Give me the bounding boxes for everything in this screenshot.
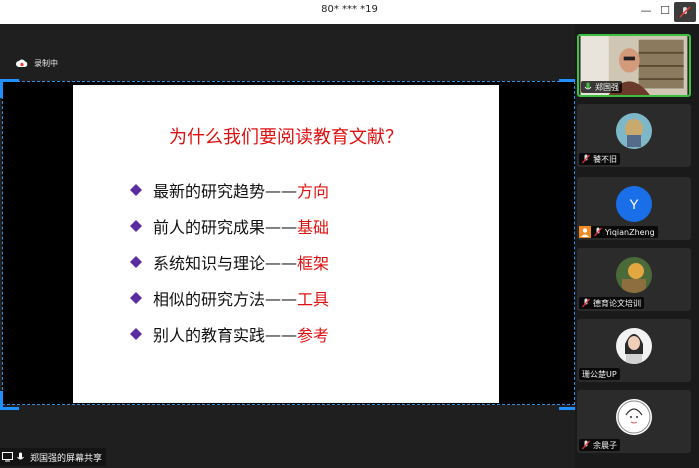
participant-tile[interactable]: 饕不旧 (577, 104, 691, 167)
mic-muted-icon (582, 440, 590, 450)
avatar (616, 328, 652, 364)
screen-share-icon (2, 452, 13, 462)
participant-tile[interactable]: 德育论文培训 (577, 248, 691, 311)
diamond-bullet-icon (130, 292, 142, 304)
participant-name-tag: 郑国强 (581, 81, 622, 93)
avatar (616, 399, 652, 435)
share-corner-top-left (0, 79, 19, 98)
mic-active-icon (584, 82, 592, 90)
bullet-keyword: 基础 (297, 218, 330, 237)
slide-bullet: 最新的研究趋势 —— 方向 (129, 177, 329, 203)
bullet-dash: —— (265, 252, 298, 272)
share-corner-bottom-left (0, 391, 19, 410)
bullet-text: 最新的研究趋势 (153, 182, 266, 201)
bullet-dash: —— (265, 216, 298, 236)
diamond-bullet-icon (130, 256, 142, 268)
participant-tile[interactable]: Y YiqianZheng (577, 177, 691, 240)
recording-label: 录制中 (34, 58, 58, 68)
microphone-icon (17, 452, 24, 460)
slide-bullet-list: 最新的研究趋势 —— 方向 前人的研究成果 —— 基础 系统知识与理论 —— 框架 相似的研… (129, 177, 329, 357)
slide-bullet: 前人的研究成果 —— 基础 (129, 213, 329, 239)
diamond-bullet-icon (130, 184, 142, 196)
avatar (616, 113, 652, 149)
participant-name-tag: YiqianZheng (579, 226, 658, 238)
shared-slide: 为什么我们要阅读教育文献？ 最新的研究趋势 —— 方向 前人的研究成果 —— 基础 系统… (73, 85, 499, 403)
participant-name-tag: 珊公楚UP (579, 368, 620, 380)
bullet-keyword: 工具 (297, 290, 330, 309)
user-badge-icon (579, 226, 591, 238)
bullet-text: 前人的研究成果 (153, 218, 266, 237)
sharer-name: 郑国强的屏幕共享 (30, 453, 103, 464)
participant-name: 珊公楚UP (582, 369, 617, 379)
slide-bullet: 相似的研究方法 —— 工具 (129, 285, 329, 311)
participant-name: 饕不旧 (593, 154, 617, 164)
participant-tile[interactable]: 珊公楚UP (577, 319, 691, 382)
bullet-dash: —— (265, 288, 298, 308)
participant-name: 余晨子 (593, 440, 617, 450)
bullet-text: 别人的教育实践 (153, 326, 266, 345)
bullet-text: 系统知识与理论 (153, 254, 266, 273)
avatar-initial: Y (629, 196, 639, 212)
mic-muted-icon (594, 227, 602, 237)
bullet-keyword: 方向 (297, 182, 330, 201)
avatar-image (616, 257, 652, 293)
participant-name-tag: 饕不旧 (579, 153, 620, 165)
screen-share-label: 郑国强的屏幕共享 (0, 448, 107, 466)
diamond-bullet-icon (130, 328, 142, 340)
recording-indicator: 录制中 (16, 56, 58, 70)
participant-name-tag: 德育论文培训 (579, 297, 644, 309)
bullet-keyword: 框架 (297, 254, 330, 273)
avatar: Y (616, 186, 652, 222)
participant-name: 郑国强 (595, 82, 619, 92)
self-view-button[interactable] (674, 2, 696, 22)
participant-panel[interactable]: 郑国强 饕不旧 Y YiqianZheng 德育论文培训 珊公楚UP 余晨子 (575, 24, 699, 468)
title-bar: 80* *** *19 — ☐ (0, 0, 699, 25)
slide-bullet: 系统知识与理论 —— 框架 (129, 249, 329, 275)
bullet-dash: —— (265, 180, 298, 200)
participant-name: YiqianZheng (605, 227, 655, 237)
avatar-image (616, 328, 652, 364)
bullet-text: 相似的研究方法 (153, 290, 266, 309)
mic-muted-icon (679, 6, 691, 18)
maximize-button[interactable]: ☐ (655, 2, 675, 20)
window-title: 80* *** *19 (321, 4, 378, 15)
avatar-image (616, 399, 652, 435)
minimize-button[interactable]: — (636, 2, 656, 20)
slide-title: 为什么我们要阅读教育文献？ (169, 127, 403, 148)
avatar (616, 257, 652, 293)
slide-bullet: 别人的教育实践 —— 参考 (129, 321, 329, 347)
mic-muted-icon (582, 298, 590, 308)
bullet-keyword: 参考 (297, 326, 330, 345)
participant-tile[interactable]: 郑国强 (577, 34, 691, 97)
avatar-image (616, 113, 652, 149)
bullet-dash: —— (265, 324, 298, 344)
diamond-bullet-icon (130, 220, 142, 232)
participant-tile[interactable]: 余晨子 (577, 390, 691, 453)
participant-name-tag: 余晨子 (579, 439, 620, 451)
participant-name: 德育论文培训 (593, 298, 641, 308)
cloud-record-icon (16, 59, 28, 67)
mic-muted-icon (582, 154, 590, 164)
